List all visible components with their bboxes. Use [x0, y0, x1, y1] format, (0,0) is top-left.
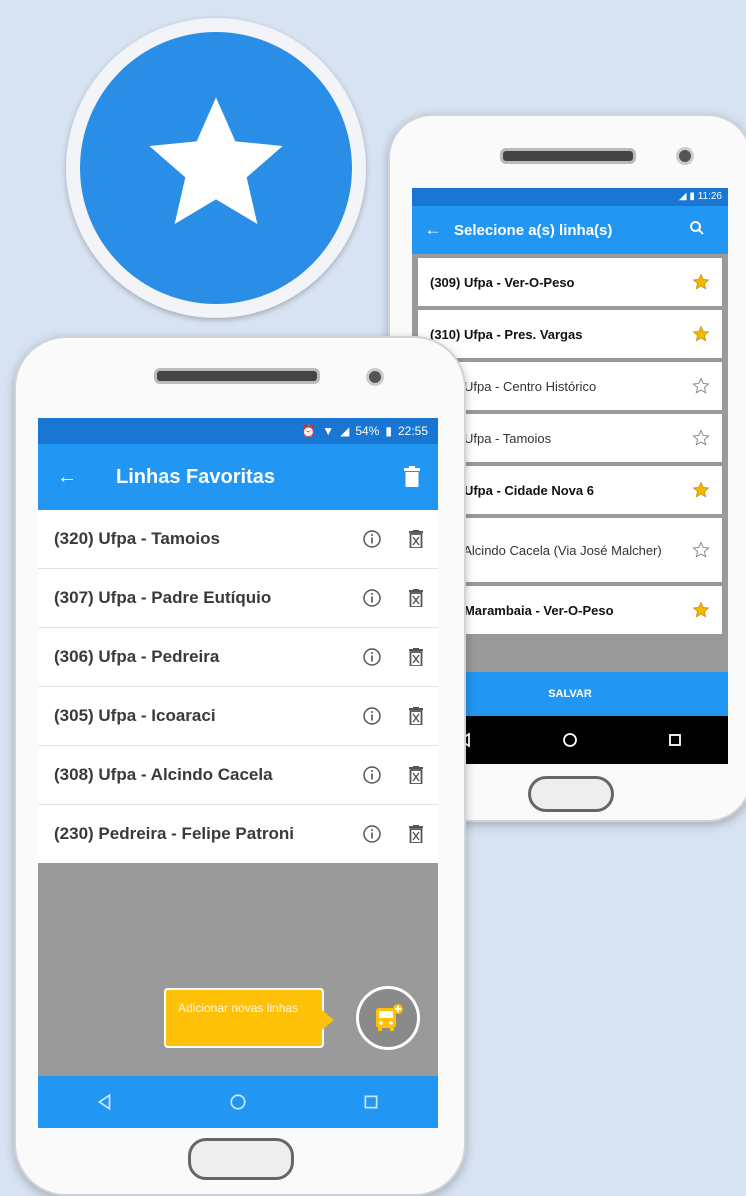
info-icon[interactable]	[350, 765, 394, 785]
list-item[interactable]: (306) Ufpa - Pedreira	[38, 628, 438, 687]
info-icon[interactable]	[350, 647, 394, 667]
line-label: (307) Alcindo Cacela (Via José Malcher)	[430, 542, 662, 558]
nav-back-icon[interactable]	[96, 1093, 114, 1111]
battery-icon: ▮	[385, 424, 392, 438]
line-label: (309) Ufpa - Ver-O-Peso	[430, 274, 575, 290]
line-label: (301) Ufpa - Cidade Nova 6	[430, 482, 594, 498]
line-label: (320) Ufpa - Tamoios	[54, 529, 220, 548]
list-item[interactable]: (308) Ufpa - Alcindo Cacela	[38, 746, 438, 805]
phone-camera	[676, 147, 694, 165]
phone-home-button	[528, 776, 614, 812]
delete-all-icon[interactable]	[386, 466, 438, 488]
back-arrow-icon[interactable]: ←	[412, 220, 454, 240]
info-icon[interactable]	[350, 588, 394, 608]
star-filled-icon[interactable]	[692, 601, 710, 619]
star-outline-icon[interactable]	[692, 541, 710, 559]
badge-circle	[80, 32, 352, 304]
info-icon[interactable]	[350, 529, 394, 549]
line-label: (308) Ufpa - Alcindo Cacela	[54, 765, 273, 784]
status-time: 22:55	[397, 424, 428, 438]
delete-icon[interactable]	[394, 825, 438, 843]
status-bar: ◢ ▮ 11:26	[412, 188, 728, 206]
favorite-lines-screen: ⏰ ▼ ◢ 54% ▮ 22:55 ← Linhas Favoritas (32…	[38, 418, 438, 1128]
favorites-badge	[66, 18, 366, 318]
info-icon[interactable]	[350, 824, 394, 844]
nav-recents-icon[interactable]	[667, 732, 683, 748]
back-arrow-icon[interactable]: ←	[38, 466, 96, 489]
page-title: Linhas Favoritas	[116, 465, 275, 488]
signal-icon: ◢	[340, 424, 350, 438]
search-icon[interactable]	[688, 219, 728, 241]
star-outline-icon[interactable]	[692, 377, 710, 395]
star-filled-icon[interactable]	[692, 325, 710, 343]
line-label: (320) Ufpa - Tamoios	[430, 430, 552, 446]
delete-icon[interactable]	[394, 707, 438, 725]
delete-icon[interactable]	[394, 648, 438, 666]
delete-icon[interactable]	[394, 530, 438, 548]
bus-add-icon	[376, 1004, 403, 1031]
add-lines-tooltip: Adicionar novas linhas	[164, 988, 334, 1048]
list-item[interactable]: (230) Pedreira - Felipe Patroni	[38, 805, 438, 863]
favorites-list: (320) Ufpa - Tamoios (307) Ufpa - Padre …	[38, 510, 438, 863]
star-icon	[149, 97, 283, 224]
nav-home-icon[interactable]	[229, 1093, 247, 1111]
add-lines-button[interactable]	[356, 986, 420, 1050]
line-label: (306) Ufpa - Pedreira	[54, 647, 220, 666]
star-filled-icon[interactable]	[692, 481, 710, 499]
nav-recents-icon[interactable]	[362, 1093, 380, 1111]
line-label: (310) Ufpa - Pres. Vargas	[430, 326, 583, 342]
signal-icon: ◢	[678, 191, 687, 202]
delete-icon[interactable]	[394, 589, 438, 607]
list-item[interactable]: (310) Ufpa - Pres. Vargas	[418, 310, 722, 358]
line-label: (307) Ufpa - Padre Eutíquio	[54, 588, 272, 607]
battery-level: 54%	[355, 424, 380, 438]
list-item[interactable]: (305) Ufpa - Icoaraci	[38, 687, 438, 746]
page-title: Selecione a(s) linha(s)	[454, 221, 613, 239]
line-label: (308) Marambaia - Ver-O-Peso	[430, 602, 614, 618]
nav-home-icon[interactable]	[562, 732, 578, 748]
star-filled-icon[interactable]	[692, 273, 710, 291]
delete-icon[interactable]	[394, 766, 438, 784]
phone-speaker	[500, 148, 636, 164]
phone-front: ⏰ ▼ ◢ 54% ▮ 22:55 ← Linhas Favoritas (32…	[14, 336, 466, 1196]
phone-speaker	[154, 368, 320, 384]
info-icon[interactable]	[350, 706, 394, 726]
list-item[interactable]: (320) Ufpa - Tamoios	[38, 510, 438, 569]
line-label: (230) Pedreira - Felipe Patroni	[54, 824, 294, 843]
phone-camera	[366, 368, 384, 386]
alarm-icon: ⏰	[301, 424, 317, 438]
status-time: 11:26	[697, 191, 722, 202]
app-bar: ← Linhas Favoritas	[38, 444, 438, 510]
phone-home-button	[188, 1138, 294, 1180]
list-item[interactable]: (309) Ufpa - Ver-O-Peso	[418, 258, 722, 306]
list-item[interactable]: (307) Ufpa - Padre Eutíquio	[38, 569, 438, 628]
wifi-icon: ▼	[322, 424, 335, 438]
status-bar: ⏰ ▼ ◢ 54% ▮ 22:55	[38, 418, 438, 444]
app-bar: ← Selecione a(s) linha(s)	[412, 206, 728, 254]
line-label: (305) Ufpa - Icoaraci	[54, 706, 216, 725]
star-outline-icon[interactable]	[692, 429, 710, 447]
battery-icon: ▮	[689, 191, 695, 202]
line-label: (306) Ufpa - Centro Histórico	[430, 378, 597, 394]
nav-bar	[38, 1076, 438, 1128]
